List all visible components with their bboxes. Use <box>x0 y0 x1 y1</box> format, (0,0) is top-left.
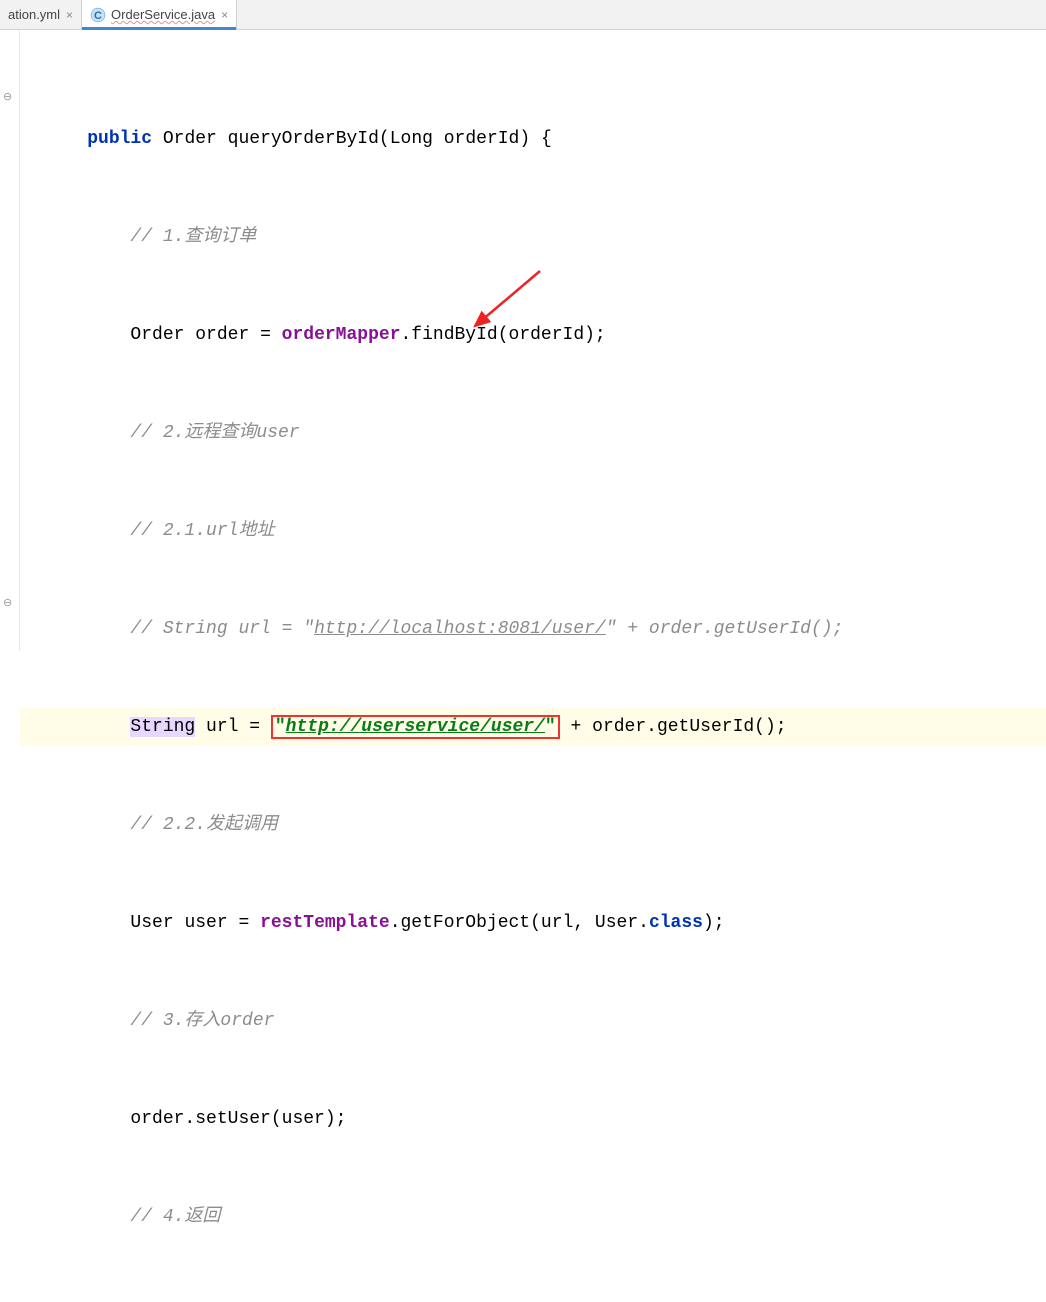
code-line: public Order queryOrderById(Long orderId… <box>20 120 1046 158</box>
code-editor[interactable]: public Order queryOrderById(Long orderId… <box>20 30 1046 651</box>
fold-icon[interactable]: ⊖ <box>3 596 12 610</box>
code-line: return order; <box>20 1296 1046 1302</box>
editor-area: ⊖ ⊖ public Order queryOrderById(Long ord… <box>0 30 1046 651</box>
code-line: // String url = "http://localhost:8081/u… <box>20 610 1046 648</box>
fold-icon[interactable]: ⊖ <box>3 90 12 104</box>
code-line: // 2.2.发起调用 <box>20 806 1046 844</box>
code-line: // 2.远程查询user <box>20 414 1046 452</box>
code-line: // 1.查询订单 <box>20 218 1046 256</box>
code-line-highlighted: String url = "http://userservice/user/" … <box>20 708 1046 746</box>
svg-text:C: C <box>94 10 102 22</box>
tab-label: ation.yml <box>8 7 60 22</box>
tab-orderservice[interactable]: C OrderService.java × <box>82 0 237 29</box>
code-line: // 3.存入order <box>20 1002 1046 1040</box>
gutter: ⊖ ⊖ <box>0 30 20 651</box>
code-line: User user = restTemplate.getForObject(ur… <box>20 904 1046 942</box>
highlighted-url-box: "http://userservice/user/" <box>271 715 560 739</box>
code-line: // 2.1.url地址 <box>20 512 1046 550</box>
tab-bar: ation.yml × C OrderService.java × <box>0 0 1046 30</box>
code-line: Order order = orderMapper.findById(order… <box>20 316 1046 354</box>
code-line: // 4.返回 <box>20 1198 1046 1236</box>
close-icon[interactable]: × <box>221 8 228 22</box>
tab-label: OrderService.java <box>111 7 215 22</box>
java-class-icon: C <box>90 7 106 23</box>
code-line: order.setUser(user); <box>20 1100 1046 1138</box>
close-icon[interactable]: × <box>66 8 73 22</box>
tab-yml[interactable]: ation.yml × <box>0 0 82 29</box>
